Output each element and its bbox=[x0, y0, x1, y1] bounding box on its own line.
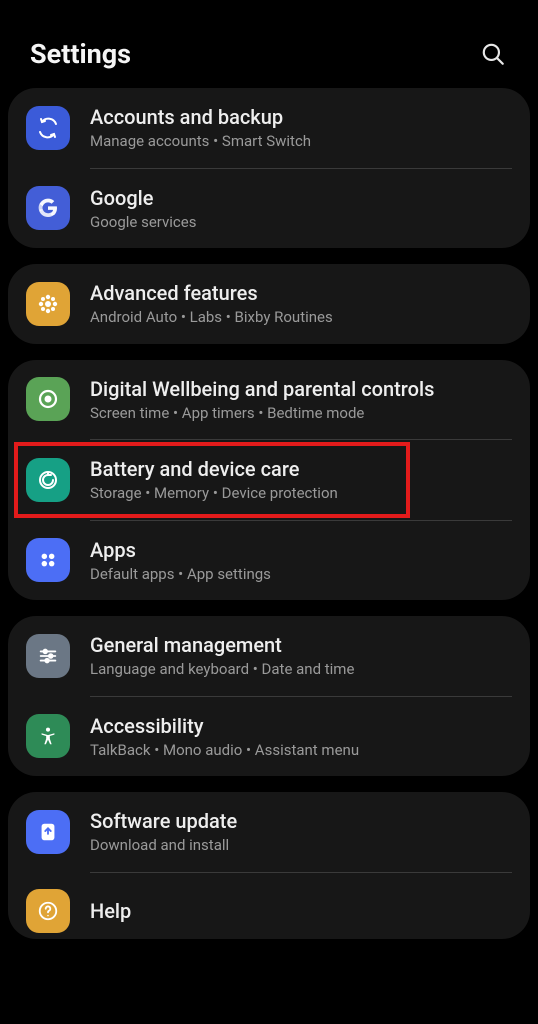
item-subtitle: TalkBack • Mono audio • Assistant menu bbox=[90, 741, 512, 761]
header: Settings bbox=[0, 0, 538, 88]
settings-group: Digital Wellbeing and parental controls … bbox=[8, 360, 530, 601]
item-subtitle: Google services bbox=[90, 213, 512, 233]
item-subtitle: Android Auto • Labs • Bixby Routines bbox=[90, 308, 512, 328]
item-google[interactable]: Google Google services bbox=[8, 169, 530, 249]
item-subtitle: Screen time • App timers • Bedtime mode bbox=[90, 404, 512, 424]
item-software-update[interactable]: Software update Download and install bbox=[8, 792, 530, 872]
settings-list[interactable]: Accounts and backup Manage accounts • Sm… bbox=[0, 88, 538, 1024]
accessibility-icon bbox=[26, 714, 70, 758]
settings-group: Accounts and backup Manage accounts • Sm… bbox=[8, 88, 530, 248]
item-title: Accounts and backup bbox=[90, 104, 512, 130]
search-icon bbox=[480, 41, 506, 67]
apps-icon bbox=[26, 538, 70, 582]
item-help[interactable]: Help bbox=[8, 873, 530, 939]
device-care-icon bbox=[26, 458, 70, 502]
item-advanced-features[interactable]: Advanced features Android Auto • Labs • … bbox=[8, 264, 530, 344]
wellbeing-icon bbox=[26, 377, 70, 421]
item-title: Apps bbox=[90, 537, 512, 563]
item-subtitle: Default apps • App settings bbox=[90, 565, 512, 585]
item-digital-wellbeing[interactable]: Digital Wellbeing and parental controls … bbox=[8, 360, 530, 440]
item-title: Digital Wellbeing and parental controls bbox=[90, 376, 512, 402]
google-icon bbox=[26, 186, 70, 230]
item-title: Accessibility bbox=[90, 713, 512, 739]
item-general-management[interactable]: General management Language and keyboard… bbox=[8, 616, 530, 696]
sliders-icon bbox=[26, 634, 70, 678]
item-apps[interactable]: Apps Default apps • App settings bbox=[8, 521, 530, 601]
item-subtitle: Language and keyboard • Date and time bbox=[90, 660, 512, 680]
update-icon bbox=[26, 810, 70, 854]
item-subtitle: Storage • Memory • Device protection bbox=[90, 484, 512, 504]
item-title: Battery and device care bbox=[90, 456, 512, 482]
item-title: General management bbox=[90, 632, 512, 658]
help-icon bbox=[26, 889, 70, 933]
search-button[interactable] bbox=[478, 39, 508, 69]
settings-group: Software update Download and install Hel… bbox=[8, 792, 530, 939]
item-battery-device-care[interactable]: Battery and device care Storage • Memory… bbox=[8, 440, 530, 520]
item-title: Help bbox=[90, 898, 512, 924]
gear-flower-icon bbox=[26, 282, 70, 326]
sync-icon bbox=[26, 106, 70, 150]
item-subtitle: Manage accounts • Smart Switch bbox=[90, 132, 512, 152]
item-accessibility[interactable]: Accessibility TalkBack • Mono audio • As… bbox=[8, 697, 530, 777]
item-title: Advanced features bbox=[90, 280, 512, 306]
item-accounts-backup[interactable]: Accounts and backup Manage accounts • Sm… bbox=[8, 88, 530, 168]
page-title: Settings bbox=[30, 38, 131, 70]
item-title: Google bbox=[90, 185, 512, 211]
settings-group: General management Language and keyboard… bbox=[8, 616, 530, 776]
settings-group: Advanced features Android Auto • Labs • … bbox=[8, 264, 530, 344]
item-subtitle: Download and install bbox=[90, 836, 512, 856]
item-title: Software update bbox=[90, 808, 512, 834]
